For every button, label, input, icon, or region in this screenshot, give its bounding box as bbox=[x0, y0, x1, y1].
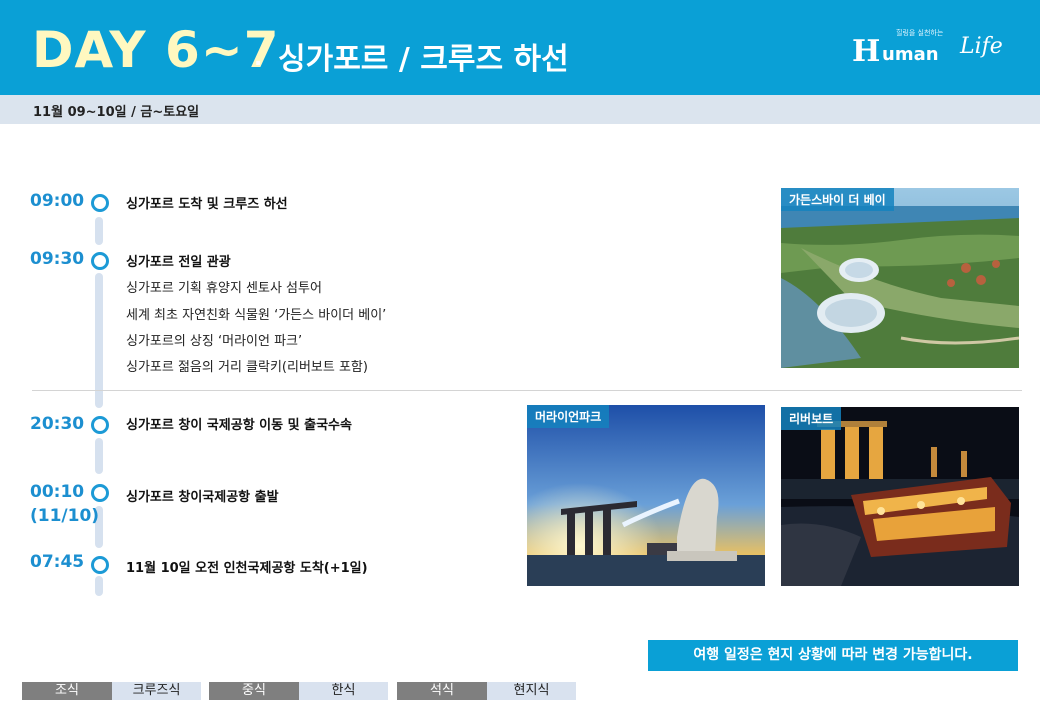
meal-value-breakfast: 크루즈식 bbox=[112, 682, 201, 700]
logo-script: Life bbox=[960, 34, 1003, 59]
day-title-dot: . bbox=[254, 46, 263, 71]
meal-label-dinner: 석식 bbox=[397, 682, 487, 700]
schedule-time: 07:45 bbox=[30, 552, 85, 572]
date-bar: 11월 09~10일 / 금~토요일 bbox=[0, 95, 1040, 124]
schedule-title: 11월 10일 오전 인천국제공항 도착(+1일) bbox=[126, 561, 368, 576]
schedule-time: 09:30 bbox=[30, 249, 85, 269]
schedule-item: 세계 최초 자연친화 식물원 ‘가든스 바이더 베이’ bbox=[126, 308, 387, 323]
human-life-logo: 힐링을 실천하는 H uman Life bbox=[852, 29, 1003, 76]
timeline-segment bbox=[95, 438, 103, 474]
photo-label: 가든스바이 더 베이 bbox=[781, 188, 894, 211]
date-text: 11월 09~10일 / 금~토요일 bbox=[33, 105, 200, 120]
timeline-node bbox=[91, 416, 109, 434]
schedule-time: 20:30 bbox=[30, 414, 85, 434]
schedule-title: 싱가포르 도착 및 크루즈 하선 bbox=[126, 197, 288, 212]
logo-word: uman bbox=[882, 44, 939, 65]
logo-letter: H bbox=[852, 34, 881, 69]
meal-label-breakfast: 조식 bbox=[22, 682, 112, 700]
timeline-node bbox=[91, 484, 109, 502]
timeline-node bbox=[91, 556, 109, 574]
section-divider bbox=[32, 390, 1022, 391]
riverboat-photo: 리버보트 bbox=[781, 407, 1019, 586]
gardens-by-the-bay-photo: 가든스바이 더 베이 bbox=[781, 188, 1019, 368]
meal-value-lunch: 한식 bbox=[299, 682, 388, 700]
schedule-item: 싱가포르 젊음의 거리 클락키(리버보트 포함) bbox=[126, 360, 368, 375]
schedule-title: 싱가포르 창이국제공항 출발 bbox=[126, 490, 279, 505]
meal-label-lunch: 중식 bbox=[209, 682, 299, 700]
meal-value-dinner: 현지식 bbox=[487, 682, 576, 700]
timeline-node bbox=[91, 194, 109, 212]
logo-tagline: 힐링을 실천하는 bbox=[896, 29, 944, 37]
merlion-park-photo: 머라이언파크 bbox=[527, 405, 765, 586]
schedule-title: 싱가포르 창이 국제공항 이동 및 출국수속 bbox=[126, 418, 352, 433]
timeline-segment bbox=[95, 217, 103, 245]
schedule-item: 싱가포르의 상징 ‘머라이언 파크’ bbox=[126, 334, 303, 349]
timeline-segment bbox=[95, 576, 103, 596]
notice-banner: 여행 일정은 현지 상황에 따라 변경 가능합니다. bbox=[648, 640, 1018, 671]
schedule-time: 00:10 bbox=[30, 482, 85, 502]
day-title: DAY 6~7 bbox=[32, 21, 280, 79]
header-bar: DAY 6~7 . 싱가포르 / 크루즈 하선 힐링을 실천하는 H uman … bbox=[0, 0, 1040, 95]
schedule-time-note: (11/10) bbox=[30, 506, 100, 526]
schedule-title: 싱가포르 전일 관광 bbox=[126, 255, 231, 270]
day-subtitle: 싱가포르 / 크루즈 하선 bbox=[278, 42, 569, 77]
timeline-segment bbox=[95, 273, 103, 408]
schedule-item: 싱가포르 기획 휴양지 센토사 섬투어 bbox=[126, 281, 322, 296]
photo-label: 머라이언파크 bbox=[527, 405, 610, 428]
schedule-time: 09:00 bbox=[30, 191, 85, 211]
timeline-node bbox=[91, 252, 109, 270]
photo-label: 리버보트 bbox=[781, 407, 842, 430]
